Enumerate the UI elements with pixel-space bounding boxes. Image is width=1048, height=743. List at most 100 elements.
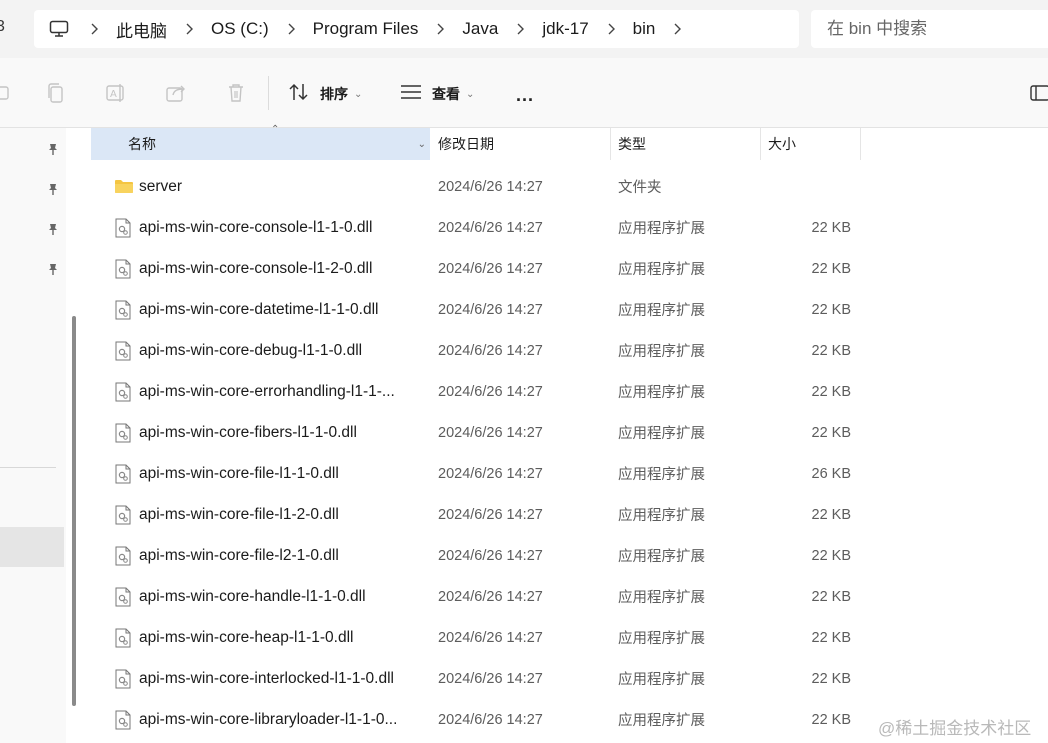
file-size: 22 KB (811, 219, 852, 236)
dll-file-icon (114, 669, 132, 689)
search-input[interactable] (827, 19, 1027, 39)
delete-icon[interactable] (224, 81, 248, 105)
file-date: 2024/6/26 14:27 (438, 506, 543, 523)
file-size: 22 KB (811, 711, 852, 728)
file-date: 2024/6/26 14:27 (438, 178, 543, 195)
file-size: 22 KB (811, 670, 852, 687)
nav-scrollbar[interactable] (72, 316, 76, 706)
sort-icon (288, 82, 310, 106)
more-options-button[interactable]: ... (516, 85, 534, 106)
file-size: 26 KB (811, 465, 852, 482)
file-name: api-ms-win-core-file-l1-2-0.dll (139, 505, 339, 523)
file-row[interactable]: api-ms-win-core-console-l1-1-0.dll 2024/… (91, 207, 861, 248)
view-list-icon (400, 83, 422, 105)
breadcrumb-os-c[interactable]: OS (C:) (207, 15, 273, 43)
chevron-right-icon[interactable] (287, 23, 295, 35)
file-list: server 2024/6/26 14:27 文件夹 api-ms-win-co… (91, 166, 861, 740)
chevron-right-icon[interactable] (607, 23, 615, 35)
dll-file-icon (114, 341, 132, 361)
file-name: api-ms-win-core-console-l1-2-0.dll (139, 259, 373, 277)
pin-icon[interactable] (46, 142, 62, 158)
file-row[interactable]: api-ms-win-core-handle-l1-1-0.dll 2024/6… (91, 576, 861, 617)
column-divider[interactable] (610, 128, 611, 160)
chevron-right-icon[interactable] (185, 23, 193, 35)
file-row[interactable]: api-ms-win-core-file-l2-1-0.dll 2024/6/2… (91, 535, 861, 576)
view-label: 查看 (432, 86, 460, 102)
address-bar[interactable]: 此电脑 OS (C:) Program Files Java jdk-17 bi… (34, 10, 799, 48)
nav-divider (0, 467, 56, 468)
clipped-text: 3 (0, 18, 5, 35)
cut-icon[interactable] (0, 81, 14, 105)
column-header-name[interactable]: ⌃ 名称 ⌄ (91, 124, 430, 160)
file-date: 2024/6/26 14:27 (438, 670, 543, 687)
pin-icon[interactable] (46, 222, 62, 238)
file-date: 2024/6/26 14:27 (438, 711, 543, 728)
breadcrumb-program-files[interactable]: Program Files (309, 15, 423, 43)
file-row-server[interactable]: server 2024/6/26 14:27 文件夹 (91, 166, 861, 207)
file-row[interactable]: api-ms-win-core-file-l1-2-0.dll 2024/6/2… (91, 494, 861, 535)
chevron-right-icon[interactable] (673, 23, 682, 35)
file-type: 应用程序扩展 (618, 303, 705, 319)
file-name: api-ms-win-core-interlocked-l1-1-0.dll (139, 669, 394, 687)
file-name: api-ms-win-core-errorhandling-l1-1-... (139, 382, 395, 400)
copy-icon[interactable] (44, 81, 68, 105)
breadcrumb-jdk-17[interactable]: jdk-17 (538, 15, 592, 43)
file-type: 应用程序扩展 (618, 344, 705, 360)
pin-icon[interactable] (46, 182, 62, 198)
breadcrumb-bin[interactable]: bin (629, 15, 660, 43)
file-type: 应用程序扩展 (618, 426, 705, 442)
file-row[interactable]: api-ms-win-core-datetime-l1-1-0.dll 2024… (91, 289, 861, 330)
chevron-right-icon[interactable] (436, 23, 445, 35)
chevron-right-icon[interactable] (90, 23, 98, 35)
dll-file-icon (114, 382, 132, 402)
file-size: 22 KB (811, 342, 852, 359)
share-icon[interactable] (164, 81, 188, 105)
breadcrumb-java[interactable]: Java (458, 15, 502, 43)
sort-ascending-icon: ⌃ (271, 124, 280, 135)
chevron-right-icon[interactable] (516, 23, 525, 35)
file-date: 2024/6/26 14:27 (438, 260, 543, 277)
pin-icon[interactable] (46, 262, 62, 278)
file-row[interactable]: api-ms-win-core-heap-l1-1-0.dll 2024/6/2… (91, 617, 861, 658)
column-type-label: 类型 (618, 136, 646, 152)
file-date: 2024/6/26 14:27 (438, 465, 543, 482)
file-type: 应用程序扩展 (618, 467, 705, 483)
file-row[interactable]: api-ms-win-core-debug-l1-1-0.dll 2024/6/… (91, 330, 861, 371)
column-header-date[interactable]: 修改日期 (438, 128, 494, 160)
file-size: 22 KB (811, 547, 852, 564)
column-divider[interactable] (760, 128, 761, 160)
computer-icon[interactable] (48, 19, 70, 39)
breadcrumb-this-pc[interactable]: 此电脑 (112, 13, 171, 46)
chevron-down-icon[interactable]: ⌄ (418, 139, 426, 150)
rename-icon[interactable]: A (104, 81, 128, 105)
file-size: 22 KB (811, 424, 852, 441)
file-row[interactable]: api-ms-win-core-libraryloader-l1-1-0... … (91, 699, 861, 740)
sort-button[interactable]: 排序 ⌄ (288, 81, 362, 107)
dll-file-icon (114, 300, 132, 320)
column-header-size[interactable]: 大小 (768, 128, 796, 160)
file-date: 2024/6/26 14:27 (438, 219, 543, 236)
sort-label: 排序 (320, 86, 348, 102)
file-row[interactable]: api-ms-win-core-file-l1-1-0.dll 2024/6/2… (91, 453, 861, 494)
file-date: 2024/6/26 14:27 (438, 547, 543, 564)
column-divider[interactable] (860, 128, 861, 160)
nav-item-selected[interactable] (0, 527, 64, 567)
file-row[interactable]: api-ms-win-core-console-l1-2-0.dll 2024/… (91, 248, 861, 289)
details-pane-icon[interactable] (1030, 85, 1048, 101)
file-date: 2024/6/26 14:27 (438, 588, 543, 605)
file-row[interactable]: api-ms-win-core-fibers-l1-1-0.dll 2024/6… (91, 412, 861, 453)
file-type: 应用程序扩展 (618, 262, 705, 278)
file-row[interactable]: api-ms-win-core-interlocked-l1-1-0.dll 2… (91, 658, 861, 699)
column-header-type[interactable]: 类型 (618, 128, 646, 160)
file-name: api-ms-win-core-datetime-l1-1-0.dll (139, 300, 379, 318)
view-button[interactable]: 查看 ⌄ (400, 81, 474, 107)
dll-file-icon (114, 628, 132, 648)
column-date-label: 修改日期 (438, 136, 494, 152)
dll-file-icon (114, 710, 132, 730)
file-row[interactable]: api-ms-win-core-errorhandling-l1-1-... 2… (91, 371, 861, 412)
column-name-label: 名称 (128, 136, 156, 152)
file-date: 2024/6/26 14:27 (438, 424, 543, 441)
search-box[interactable] (811, 10, 1048, 48)
file-date: 2024/6/26 14:27 (438, 301, 543, 318)
dll-file-icon (114, 423, 132, 443)
